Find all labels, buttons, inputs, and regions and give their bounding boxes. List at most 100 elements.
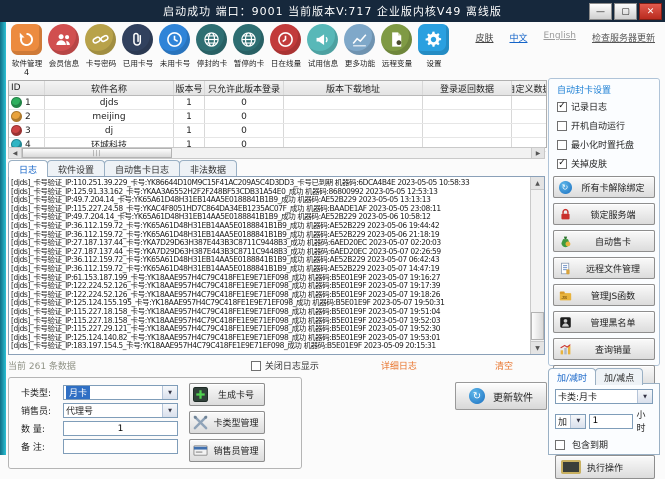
unbind-all-cards-button[interactable]: ↻ 所有卡解除绑定 xyxy=(553,176,655,198)
chevron-down-icon[interactable]: ▼ xyxy=(570,415,585,428)
cell-only-login: 0 xyxy=(205,96,284,109)
status-dot xyxy=(11,111,22,122)
cell-custom xyxy=(512,124,546,137)
manage-blacklist-button[interactable]: 管理黑名单 xyxy=(553,311,655,333)
seller-manage-button[interactable]: 销售员管理 xyxy=(189,439,265,462)
checkbox-icon[interactable]: ✓ xyxy=(557,159,567,169)
generate-card-button[interactable]: 生成卡号 xyxy=(189,383,265,406)
quantity-label: 数 量: xyxy=(21,422,63,435)
col-id[interactable]: ID xyxy=(9,81,45,95)
generate-card-label: 生成卡号 xyxy=(211,388,261,401)
cell-id: 3 xyxy=(25,126,31,136)
checkbox-minimize-to-tray[interactable]: 最小化时置托盘 xyxy=(557,138,659,151)
toolbar-item-label: 设置 xyxy=(426,58,441,68)
remote-file-manage-button[interactable]: 远程文件管理 xyxy=(553,257,655,279)
button-label: 管理JS函数 xyxy=(576,289,650,302)
chevron-down-icon[interactable]: ▼ xyxy=(162,386,177,399)
cell-version: 1 xyxy=(174,96,205,109)
lock-server-button[interactable]: 锁定服务端 xyxy=(553,203,655,225)
col-download[interactable]: 版本下载地址 xyxy=(284,81,423,95)
col-only-login[interactable]: 只允许此版本登录 xyxy=(205,81,284,95)
clear-log-link[interactable]: 清空 xyxy=(495,359,513,372)
execute-operation-button[interactable]: 执行操作 xyxy=(555,455,655,479)
toolbar-item-used-cards[interactable]: 已用卡号 xyxy=(119,24,156,76)
addsub-tab-strip: 加/减时 加/减点 xyxy=(548,368,642,385)
card-type-manage-button[interactable]: 卡类型管理 xyxy=(189,411,265,434)
scroll-up-arrow-icon[interactable]: ▲ xyxy=(531,177,544,190)
checkbox-disable-skin[interactable]: ✓ 关掉皮肤 xyxy=(557,157,659,170)
quantity-input[interactable] xyxy=(63,421,178,436)
checkbox-icon[interactable]: ✓ xyxy=(557,102,567,112)
chevron-down-icon[interactable]: ▼ xyxy=(637,390,652,403)
toolbar-item-unused-cards[interactable]: 未用卡号 xyxy=(156,24,193,76)
tab-addsub-time[interactable]: 加/减时 xyxy=(548,368,596,385)
scrollbar-thumb[interactable]: ||| xyxy=(22,148,172,158)
english-link[interactable]: English xyxy=(543,31,576,44)
checkbox-icon[interactable] xyxy=(251,361,261,371)
tab-log[interactable]: 日志 xyxy=(8,160,48,177)
card-type-select[interactable]: 月卡 ▼ xyxy=(63,385,178,400)
toolbar-item-banned-cards[interactable]: 停封的卡 xyxy=(193,24,230,76)
table-horizontal-scrollbar[interactable]: ◀ ||| ▶ xyxy=(8,147,545,159)
update-software-label: 更新软件 xyxy=(493,389,533,404)
col-custom[interactable]: 自定义数据 xyxy=(512,81,546,95)
toolbar-item-daily-online[interactable]: 日在线量 xyxy=(267,24,304,76)
toolbar-item-settings[interactable]: 设置 xyxy=(415,24,452,76)
table-row[interactable]: 2 meijing 1 0 xyxy=(9,110,546,124)
auto-sell-cards-button[interactable]: 自动售卡 xyxy=(553,230,655,252)
table-row[interactable]: 3 dj 1 0 xyxy=(9,124,546,138)
software-table: ID 软件名称 版本号 只允许此版本登录 版本下载地址 登录返回数据 自定义数据… xyxy=(8,80,547,148)
toolbar-item-software-manage[interactable]: 软件管理 4 xyxy=(8,24,45,76)
cell-return-data xyxy=(423,96,512,109)
tab-autosell-log[interactable]: 自动售卡日志 xyxy=(104,160,180,177)
checkbox-record-log[interactable]: ✓ 记录日志 xyxy=(557,100,659,113)
operation-select[interactable]: 加 ▼ xyxy=(555,414,586,429)
checkbox-label: 最小化时置托盘 xyxy=(571,138,634,151)
toolbar-item-card-password[interactable]: 卡号密码 xyxy=(82,24,119,76)
detail-log-link[interactable]: 详细日志 xyxy=(381,359,417,372)
update-software-button[interactable]: ↻ 更新软件 xyxy=(455,382,547,410)
card-type-value: 月卡 xyxy=(66,386,90,399)
scroll-left-arrow-icon[interactable]: ◀ xyxy=(9,148,22,158)
checkbox-icon[interactable] xyxy=(557,121,567,131)
checkbox-icon[interactable] xyxy=(555,440,565,450)
query-sales-button[interactable]: 查询销量 xyxy=(553,338,655,360)
col-return-data[interactable]: 登录返回数据 xyxy=(423,81,512,95)
chinese-link[interactable]: 中文 xyxy=(509,31,527,44)
checkbox-autorun-on-boot[interactable]: 开机自动运行 xyxy=(557,119,659,132)
col-name[interactable]: 软件名称 xyxy=(45,81,174,95)
toolbar-item-member-info[interactable]: 会员信息 xyxy=(45,24,82,76)
log-lines[interactable]: [djds]_卡号验证_IP:110.251.39.229_卡号:YK86644… xyxy=(11,179,529,352)
col-version[interactable]: 版本号 xyxy=(174,81,205,95)
skin-link[interactable]: 皮肤 xyxy=(475,31,493,44)
include-expiry-checkbox[interactable]: 包含到期 xyxy=(555,438,653,451)
log-vertical-scrollbar[interactable]: ▲ ▼ xyxy=(530,177,544,354)
table-row[interactable]: 1 djds 1 0 xyxy=(9,96,546,110)
close-button[interactable]: ✕ xyxy=(639,3,662,20)
card-class-select[interactable]: 卡类:月卡 ▼ xyxy=(555,389,653,404)
cell-id: 1 xyxy=(25,98,31,108)
toolbar-item-paused-cards[interactable]: 暂停的卡 xyxy=(230,24,267,76)
chevron-down-icon[interactable]: ▼ xyxy=(162,404,177,417)
seller-row: 销售员: 代理号 ▼ xyxy=(21,403,178,418)
toolbar-item-label: 暂停的卡 xyxy=(233,58,263,68)
toolbar-item-remote-variables[interactable]: 远程变量 xyxy=(378,24,415,76)
toolbar-item-trial-info[interactable]: 试用信息 xyxy=(304,24,341,76)
close-log-checkbox[interactable]: 关闭日志显示 xyxy=(251,359,319,372)
manage-js-functions-button[interactable]: JS 管理JS函数 xyxy=(553,284,655,306)
seller-select[interactable]: 代理号 ▼ xyxy=(63,403,178,418)
check-update-link[interactable]: 检查服务器更新 xyxy=(592,31,655,44)
scroll-down-arrow-icon[interactable]: ▼ xyxy=(531,341,544,354)
minimize-button[interactable]: — xyxy=(589,3,612,20)
tab-software-settings[interactable]: 软件设置 xyxy=(47,160,105,177)
status-dot xyxy=(11,97,22,108)
amount-input[interactable] xyxy=(589,414,633,429)
note-input[interactable] xyxy=(63,439,178,454)
toolbar-item-more-functions[interactable]: 更多功能 xyxy=(341,24,378,76)
tab-addsub-points[interactable]: 加/减点 xyxy=(595,368,643,385)
checkbox-icon[interactable] xyxy=(557,140,567,150)
maximize-button[interactable]: ▢ xyxy=(614,3,637,20)
scroll-right-arrow-icon[interactable]: ▶ xyxy=(531,148,544,158)
tab-illegal-data[interactable]: 非法数据 xyxy=(179,160,237,177)
scrollbar-thumb[interactable] xyxy=(531,312,544,340)
